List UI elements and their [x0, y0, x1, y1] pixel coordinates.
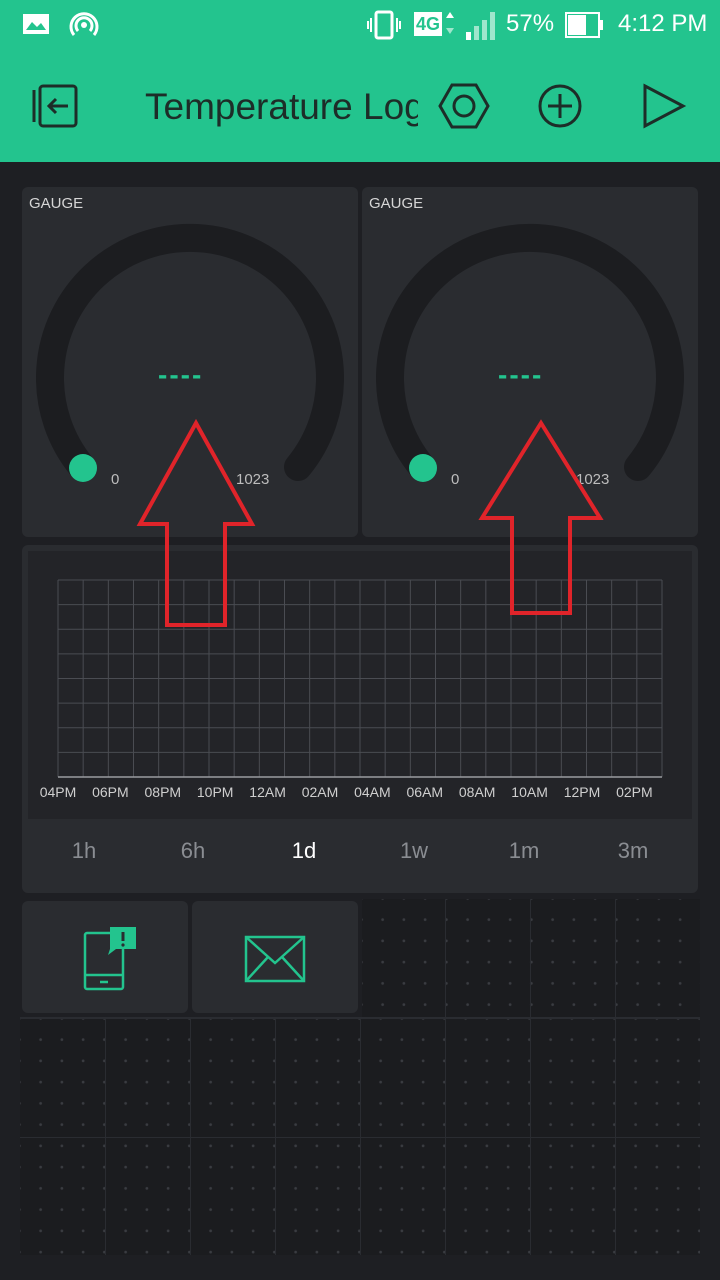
gauge-indicator [409, 454, 437, 482]
range-option-3m[interactable]: 3m [603, 838, 663, 864]
range-option-1d[interactable]: 1d [274, 838, 334, 864]
app-toolbar: Temperature Log [0, 50, 720, 162]
battery-icon [565, 12, 603, 38]
empty-widget-area [362, 899, 700, 1017]
range-option-1m[interactable]: 1m [494, 838, 554, 864]
status-bar: 4G 57% 4:12 PM [0, 0, 720, 50]
add-icon[interactable] [536, 83, 584, 129]
gauge-widget-1[interactable]: GAUGE ---- 0 1023 [22, 187, 358, 537]
push-notification-widget[interactable] [22, 901, 188, 1013]
email-widget[interactable] [192, 901, 358, 1013]
exit-icon[interactable] [32, 82, 82, 130]
phone-notification-icon [83, 927, 136, 991]
x-tick-label: 06PM [92, 784, 129, 800]
x-tick-label: 08AM [458, 784, 496, 800]
widget-grid-line [530, 899, 531, 1017]
x-tick-label: 12PM [563, 784, 601, 800]
x-tick-label: 12AM [249, 784, 286, 800]
gauge-min: 0 [111, 471, 120, 488]
widget-grid-line [445, 899, 446, 1017]
range-option-1w[interactable]: 1w [384, 838, 444, 864]
range-option-6h[interactable]: 6h [163, 838, 223, 864]
widget-grid-line [615, 899, 616, 1017]
x-tick-label: 10AM [511, 784, 548, 800]
graph-grid [57, 579, 663, 778]
widget-grid-line [20, 1017, 700, 1019]
x-tick-label: 10PM [196, 784, 234, 800]
x-tick-label: 04PM [39, 784, 77, 800]
network-type: 4G [414, 12, 443, 36]
clock: 4:12 PM [618, 10, 708, 37]
gauge-value: ---- [158, 359, 204, 390]
history-graph-widget[interactable] [22, 545, 698, 893]
envelope-icon [244, 935, 306, 983]
image-icon [23, 14, 49, 34]
gauge-value: ---- [498, 359, 544, 390]
gauge-min: 0 [451, 471, 460, 488]
range-option-1h[interactable]: 1h [54, 838, 114, 864]
x-tick-label: 04AM [354, 784, 391, 800]
settings-nut-icon[interactable] [438, 82, 490, 130]
vibrate-icon [367, 10, 401, 40]
battery-percent: 57% [506, 10, 555, 37]
play-icon[interactable] [640, 83, 688, 129]
x-tick-label: 06AM [406, 784, 444, 800]
gauge-max: 1023 [236, 471, 270, 488]
hotspot-icon [69, 12, 99, 36]
x-tick-label: 02PM [616, 784, 653, 800]
x-tick-label: 08PM [144, 784, 182, 800]
widget-grid-line [20, 1137, 700, 1138]
gauge-indicator [69, 454, 97, 482]
signal-icon [446, 12, 495, 40]
gauge-widget-2[interactable]: GAUGE ---- 0 1023 [362, 187, 698, 537]
page-title: Temperature Log [145, 86, 418, 127]
x-tick-label: 02AM [301, 784, 339, 800]
gauge-max: 1023 [576, 471, 610, 488]
